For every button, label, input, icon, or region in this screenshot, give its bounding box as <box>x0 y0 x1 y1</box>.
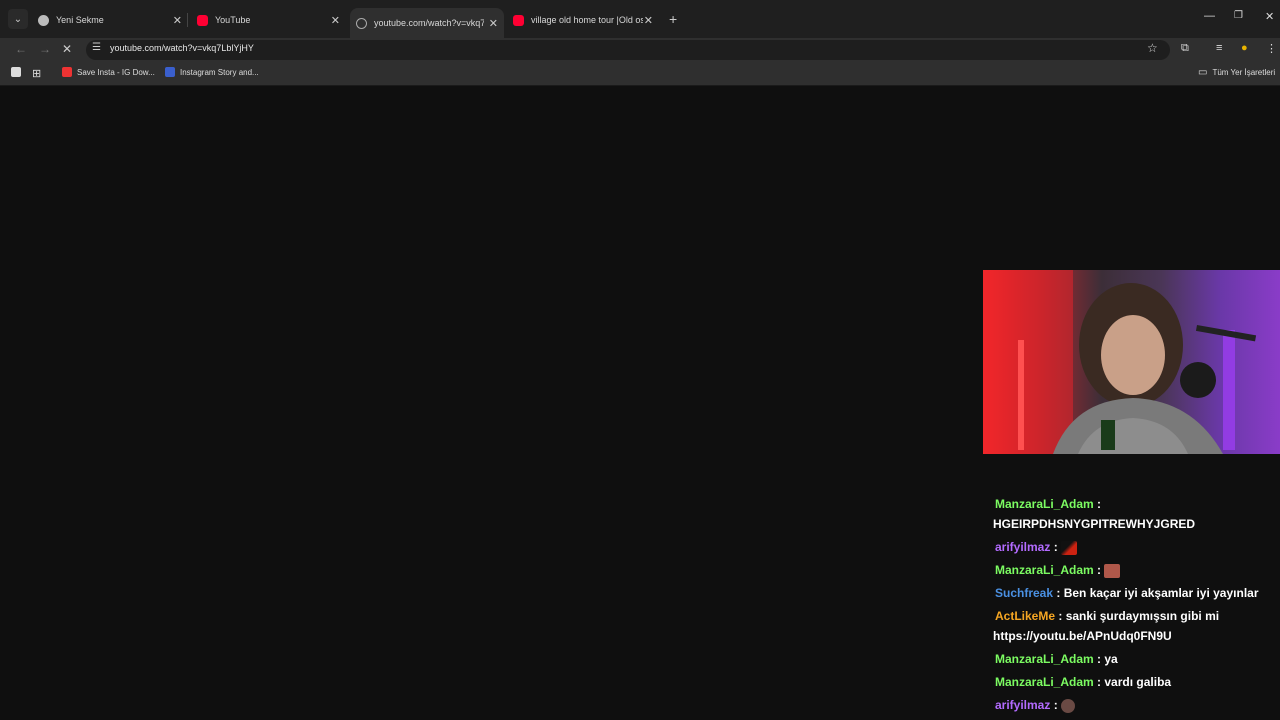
close-icon[interactable]: ✕ <box>173 14 182 27</box>
emote-icon <box>1104 563 1121 578</box>
minimize-icon: — <box>1204 10 1215 22</box>
arrow-right-icon: → <box>39 42 51 56</box>
close-icon: ✕ <box>62 42 73 56</box>
youtube-icon <box>513 14 524 26</box>
tab-active-watch[interactable]: youtube.com/watch?v=vkq7Lbl ✕ <box>350 8 504 38</box>
chat-message: ActLikeMe : sanki şurdaymışsın gibi mi h… <box>993 609 1220 643</box>
chat-username: Suchfreak <box>995 586 1054 600</box>
media-controls-button[interactable]: ≡ <box>1216 42 1222 54</box>
webcam-video <box>983 270 1280 454</box>
bookmark-favicon-icon <box>165 67 175 77</box>
tab-label: YouTube <box>215 15 251 25</box>
tab-search-button[interactable]: ⌄ <box>8 9 28 29</box>
emote-icon <box>1061 698 1076 713</box>
chat-username: ManzaraLi_Adam <box>995 563 1094 577</box>
all-bookmarks-button[interactable]: ▭ Tüm Yer İşaretleri <box>1198 67 1275 78</box>
page-icon <box>11 67 21 77</box>
tab-label: youtube.com/watch?v=vkq7Lbl <box>374 18 484 28</box>
star-icon: ☆ <box>1147 41 1158 55</box>
tab-new-tab[interactable]: Yeni Sekme ✕ <box>38 8 182 32</box>
avatar-icon: ● <box>1241 42 1248 54</box>
forward-button[interactable]: → <box>39 42 51 56</box>
menu-button[interactable]: ⋮ <box>1266 42 1277 55</box>
site-info-button[interactable]: ☰ <box>92 42 101 53</box>
tune-icon: ☰ <box>92 42 101 53</box>
bookmark-instagram-story[interactable]: Instagram Story and... <box>165 67 259 77</box>
bookmark-save-insta[interactable]: Save Insta - IG Dow... <box>62 67 155 77</box>
all-bookmarks-label: Tüm Yer İşaretleri <box>1212 68 1276 77</box>
bookmarks-bar: ⊞ Save Insta - IG Dow... Instagram Story… <box>0 62 1280 86</box>
bookmark-blank[interactable] <box>11 67 26 77</box>
puzzle-icon: ⧉ <box>1181 42 1189 54</box>
close-icon[interactable]: ✕ <box>331 14 340 27</box>
loading-icon <box>356 17 367 29</box>
stop-button[interactable]: ✕ <box>62 42 72 56</box>
arrow-left-icon: ← <box>15 42 27 56</box>
url-text[interactable]: youtube.com/watch?v=vkq7LblYjHY <box>110 43 254 53</box>
chat-text: HGEIRPDHSNYGPITREWHYJGRED <box>993 517 1196 531</box>
close-icon[interactable]: ✕ <box>489 17 498 30</box>
close-icon: ✕ <box>1265 11 1275 23</box>
kebab-menu-icon: ⋮ <box>1266 43 1277 55</box>
chat-text: ya <box>1104 652 1118 666</box>
bookmark-favicon-icon <box>62 67 72 77</box>
chat-message: ManzaraLi_Adam : <box>993 560 1280 580</box>
chat-message: arifyilmaz : <box>993 537 1280 557</box>
new-tab-button[interactable]: + <box>669 11 677 27</box>
media-icon: ≡ <box>1216 42 1223 54</box>
chat-message: arifyilmaz : <box>993 695 1280 715</box>
tab-youtube[interactable]: YouTube ✕ <box>197 8 340 32</box>
tab-label: village old home tour |Old os G <box>531 15 643 25</box>
browser-toolbar: ← → ✕ ☰ youtube.com/watch?v=vkq7LblYjHY … <box>0 38 1280 62</box>
tab-strip: ⌄ Yeni Sekme ✕ YouTube ✕ youtube.com/wat… <box>0 0 1280 38</box>
chat-username: ManzaraLi_Adam <box>995 497 1094 511</box>
chat-message: ManzaraLi_Adam : vardı galiba <box>995 675 1172 689</box>
stream-chat: ManzaraLi_Adam : HGEIRPDHSNYGPITREWHYJGR… <box>993 494 1280 718</box>
close-window-button[interactable]: ✕ <box>1265 10 1274 23</box>
plus-icon: + <box>669 11 678 27</box>
back-button[interactable]: ← <box>15 42 27 56</box>
restore-icon: ❐ <box>1234 10 1243 21</box>
chrome-icon <box>38 14 49 26</box>
chat-username: ManzaraLi_Adam <box>995 675 1094 689</box>
chat-username: ActLikeMe <box>995 609 1056 623</box>
chat-username: ManzaraLi_Adam <box>995 652 1094 666</box>
tab-label: Yeni Sekme <box>56 15 104 25</box>
chat-username: arifyilmaz <box>995 698 1051 712</box>
bookmark-label: Save Insta - IG Dow... <box>77 67 155 77</box>
restore-button[interactable]: ❐ <box>1234 10 1243 21</box>
apps-grid-icon: ⊞ <box>32 68 42 80</box>
tab-village-home-tour[interactable]: village old home tour |Old os G ✕ <box>513 8 657 32</box>
bookmark-star-button[interactable]: ☆ <box>1147 41 1158 55</box>
tab-divider <box>187 13 188 27</box>
close-icon[interactable]: ✕ <box>644 14 653 27</box>
apps-button[interactable]: ⊞ <box>32 67 41 80</box>
chat-text: Ben kaçar iyi akşamlar iyi yayınlar <box>1063 586 1259 600</box>
chat-message: Suchfreak : Ben kaçar iyi akşamlar iyi y… <box>995 586 1259 600</box>
profile-button[interactable]: ● <box>1241 42 1248 54</box>
chat-text: vardı galiba <box>1104 675 1172 689</box>
minimize-button[interactable]: — <box>1204 10 1215 22</box>
folder-icon: ▭ <box>1198 67 1208 78</box>
webcam-person-image <box>983 270 1257 454</box>
chat-username: arifyilmaz <box>995 540 1051 554</box>
bookmark-label: Instagram Story and... <box>180 67 259 77</box>
chat-message: ManzaraLi_Adam : HGEIRPDHSNYGPITREWHYJGR… <box>993 497 1196 531</box>
extensions-button[interactable]: ⧉ <box>1181 42 1189 55</box>
youtube-icon <box>197 14 208 26</box>
chevron-down-icon: ⌄ <box>13 13 23 25</box>
emote-icon <box>1061 540 1078 555</box>
chat-message: ManzaraLi_Adam : ya <box>995 652 1118 666</box>
